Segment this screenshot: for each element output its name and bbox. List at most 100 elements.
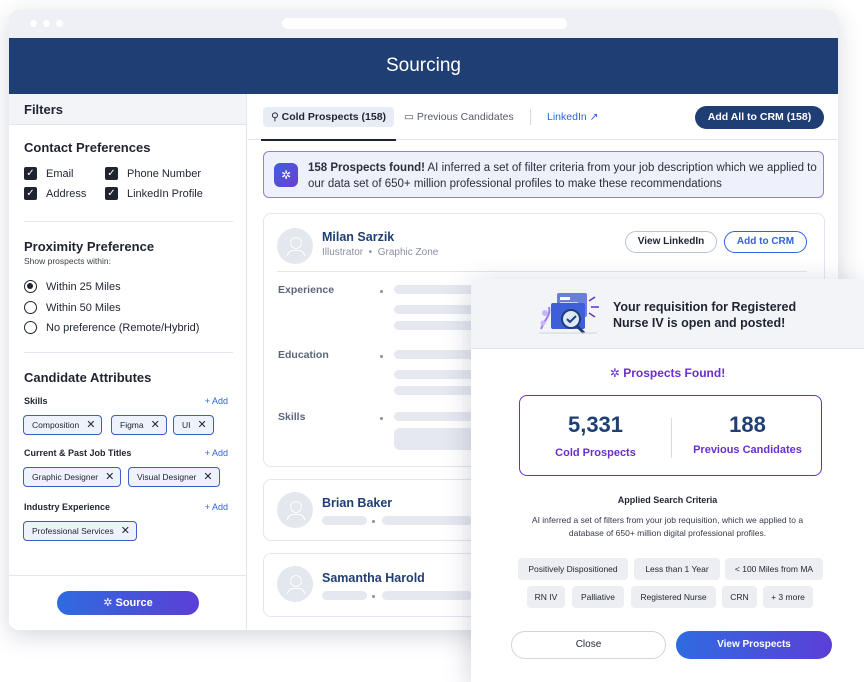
bullet xyxy=(380,417,383,420)
criteria-tag: Registered Nurse xyxy=(631,586,716,608)
criteria-title: Applied Search Criteria xyxy=(617,495,718,505)
criteria-description: AI inferred a set of filters from your j… xyxy=(531,515,804,538)
radio-icon xyxy=(24,321,37,334)
industry-experience-label: Industry Experience xyxy=(24,502,111,512)
remove-icon[interactable]: ✕ xyxy=(121,525,130,537)
people-search-icon: ⚲ xyxy=(271,111,282,123)
prospects-found-label: ✲ Prospects Found! xyxy=(609,366,726,380)
remove-icon[interactable]: ✕ xyxy=(86,419,95,431)
criteria-tag: CRN xyxy=(722,586,757,608)
criteria-tag: Palliative xyxy=(572,586,624,608)
sparkle-icon: ✲ xyxy=(103,597,116,609)
checkbox-address[interactable]: ✓ Address xyxy=(24,187,86,200)
source-button[interactable]: ✲ Source xyxy=(57,591,199,615)
radio-within-50-miles[interactable]: Within 50 Miles xyxy=(24,301,121,314)
remove-icon[interactable]: ✕ xyxy=(151,419,160,431)
checkmark-icon: ✓ xyxy=(105,167,118,180)
placeholder-line xyxy=(382,591,472,600)
skill-chip[interactable]: Figma ✕ xyxy=(111,415,167,435)
folder-icon: ▭ xyxy=(404,111,417,123)
bullet xyxy=(372,520,375,523)
tab-linkedin[interactable]: LinkedIn ↗ xyxy=(547,107,598,127)
results-banner: ✲ 158 Prospects found! AI inferred a set… xyxy=(263,151,824,198)
modal-title: Your requisition for Registered Nurse IV… xyxy=(613,300,797,330)
sparkle-icon: ✲ xyxy=(274,163,298,187)
checkbox-email[interactable]: ✓ Email xyxy=(24,167,74,180)
criteria-tag: Less than 1 Year xyxy=(634,558,720,580)
stats-box: 5,331 Cold Prospects 188 Previous Candid… xyxy=(519,395,822,476)
proximity-subtitle: Show prospects within: xyxy=(24,256,111,266)
radio-selected-icon xyxy=(24,280,37,293)
checkbox-phone-number[interactable]: ✓ Phone Number xyxy=(105,167,201,180)
radio-no-preference[interactable]: No preference (Remote/Hybrid) xyxy=(24,321,199,334)
prospect-name[interactable]: Milan Sarzik xyxy=(322,230,394,244)
skills-label: Skills xyxy=(278,411,306,423)
job-title-chip[interactable]: Visual Designer ✕ xyxy=(128,467,220,487)
remove-icon[interactable]: ✕ xyxy=(198,419,207,431)
skills-label: Skills xyxy=(24,396,48,406)
prospect-subtitle: Illustrator • Graphic Zone xyxy=(322,247,439,258)
education-label: Education xyxy=(278,349,329,361)
sparkle-icon: ✲ xyxy=(609,366,624,380)
tab-previous-candidates[interactable]: ▭ Previous Candidates xyxy=(404,107,514,127)
remove-icon[interactable]: ✕ xyxy=(105,471,114,483)
prospect-name[interactable]: Brian Baker xyxy=(322,496,392,510)
tab-divider xyxy=(530,109,531,125)
radio-icon xyxy=(24,301,37,314)
bullet xyxy=(380,290,383,293)
close-button[interactable]: Close xyxy=(511,631,666,659)
requisition-modal: Your requisition for Registered Nurse IV… xyxy=(471,279,864,682)
candidate-attributes-title: Candidate Attributes xyxy=(24,370,152,385)
address-bar[interactable] xyxy=(282,18,567,29)
add-to-crm-button[interactable]: Add to CRM xyxy=(724,231,807,253)
bullet xyxy=(380,355,383,358)
job-posting-illustration-icon xyxy=(539,293,599,335)
placeholder-line xyxy=(322,591,367,600)
banner-text: 158 Prospects found! AI inferred a set o… xyxy=(308,162,817,190)
skill-chip[interactable]: UI ✕ xyxy=(173,415,214,435)
filters-heading: Filters xyxy=(9,94,246,125)
view-linkedin-button[interactable]: View LinkedIn xyxy=(625,231,717,253)
view-prospects-button[interactable]: View Prospects xyxy=(676,631,832,659)
criteria-tag: Positively Dispositioned xyxy=(518,558,628,580)
cold-prospects-count: 5,331 xyxy=(567,412,624,437)
window-dot xyxy=(56,20,63,27)
criteria-tag: RN IV xyxy=(527,586,565,608)
add-industry-link[interactable]: + Add xyxy=(205,502,228,512)
placeholder-line xyxy=(322,516,367,525)
tab-cold-prospects[interactable]: ⚲ Cold Prospects (158) xyxy=(260,107,397,141)
divider xyxy=(24,352,233,353)
checkbox-linkedin-profile[interactable]: ✓ LinkedIn Profile xyxy=(105,187,203,200)
previous-candidates-count: 188 xyxy=(729,412,766,437)
add-all-to-crm-button[interactable]: Add All to CRM (158) xyxy=(695,106,824,129)
proximity-preference-title: Proximity Preference xyxy=(24,239,155,254)
tab-bar: ⚲ Cold Prospects (158) ▭ Previous Candid… xyxy=(248,94,838,141)
previous-candidates-label: Previous Candidates xyxy=(693,444,802,456)
filters-sidebar: Filters Contact Preferences ✓ Email ✓ Phon… xyxy=(9,94,247,630)
skill-chip[interactable]: Composition ✕ xyxy=(23,415,103,435)
checkmark-icon: ✓ xyxy=(24,187,37,200)
avatar xyxy=(277,492,313,528)
add-skill-link[interactable]: + Add xyxy=(205,396,228,406)
contact-preferences-title: Contact Preferences xyxy=(24,140,151,155)
industry-chip[interactable]: Professional Services ✕ xyxy=(23,521,137,541)
radio-within-25-miles[interactable]: Within 25 Miles xyxy=(24,280,121,293)
modal-header: Your requisition for Registered Nurse IV… xyxy=(471,279,864,349)
avatar xyxy=(277,566,313,602)
divider xyxy=(9,575,247,576)
window-dot xyxy=(30,20,37,27)
cold-prospects-label: Cold Prospects xyxy=(555,447,636,459)
prospect-name[interactable]: Samantha Harold xyxy=(322,571,425,585)
remove-icon[interactable]: ✕ xyxy=(203,471,212,483)
avatar xyxy=(277,228,313,264)
more-criteria-tag[interactable]: + 3 more xyxy=(763,586,813,608)
browser-chrome xyxy=(9,10,838,38)
placeholder-line xyxy=(382,516,472,525)
job-title-chip[interactable]: Graphic Designer ✕ xyxy=(23,467,122,487)
page-title: Sourcing xyxy=(9,38,838,94)
job-titles-label: Current & Past Job Titles xyxy=(24,448,132,458)
checkmark-icon: ✓ xyxy=(105,187,118,200)
divider xyxy=(24,221,233,222)
add-job-title-link[interactable]: + Add xyxy=(205,448,228,458)
experience-label: Experience xyxy=(278,284,335,296)
